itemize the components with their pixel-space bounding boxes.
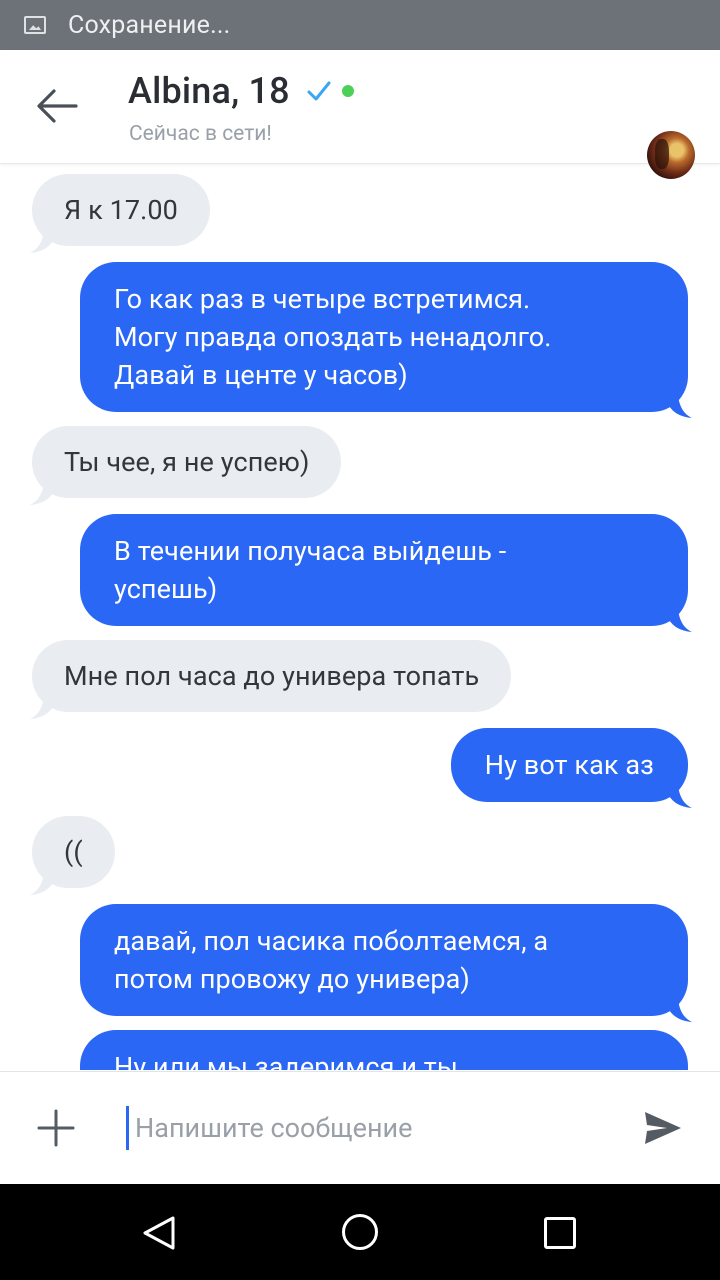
square-recent-icon[interactable]	[544, 1217, 576, 1249]
status-notification-text: Сохранение...	[68, 10, 231, 40]
triangle-back-icon[interactable]	[140, 1214, 178, 1252]
bubble-tail	[30, 873, 54, 895]
online-indicator	[341, 85, 354, 97]
message-text: Мне пол часа до универа топать	[64, 660, 480, 692]
bubble-tail	[30, 483, 54, 505]
image-icon	[24, 16, 46, 34]
back-arrow-icon[interactable]	[34, 86, 78, 126]
bubble-tail	[668, 1000, 692, 1022]
contact-status: Сейчас в сети!	[129, 122, 272, 146]
bubble-tail	[30, 697, 54, 719]
message-composer	[0, 1071, 720, 1185]
message-list[interactable]: Я к 17.00 Го как раз в четыре встретимся…	[0, 164, 720, 1070]
message-outgoing[interactable]: давай, пол часика поболтаемся, а потом п…	[80, 904, 692, 1022]
contact-name[interactable]: Albina, 18	[128, 70, 290, 112]
message-outgoing[interactable]: Го как раз в четыре встретимся. Могу пра…	[80, 262, 692, 418]
bubble-tail	[668, 786, 692, 808]
message-text: Я к 17.00	[64, 194, 178, 226]
system-nav-bar	[0, 1184, 720, 1280]
chat-header: Albina, 18 Сейчас в сети!	[0, 50, 720, 179]
message-outgoing[interactable]: Ну или мы задеримся и ты	[80, 1030, 688, 1070]
bubble-tail	[668, 396, 692, 418]
message-incoming[interactable]: Мне пол часа до универа топать	[30, 640, 512, 719]
message-text: Ты чее, я не успею)	[64, 446, 310, 478]
message-incoming[interactable]: ((	[30, 816, 115, 895]
message-outgoing[interactable]: Ну вот как аз	[450, 728, 692, 808]
message-text: Ну вот как аз	[484, 749, 654, 781]
message-text: В течении получаса выйдешь - успешь)	[114, 535, 507, 605]
contact-title-row[interactable]: Albina, 18	[128, 70, 354, 112]
message-outgoing[interactable]: В течении получаса выйдешь - успешь)	[80, 514, 692, 632]
circle-home-icon[interactable]	[342, 1214, 378, 1250]
message-text: Го как раз в четыре встретимся. Могу пра…	[114, 283, 552, 391]
message-text: давай, пол часика поболтаемся, а потом п…	[114, 925, 549, 995]
bubble-tail	[668, 610, 692, 632]
message-text: Ну или мы задеримся и ты	[114, 1051, 458, 1070]
message-text: ((	[64, 836, 83, 868]
message-input[interactable]	[126, 1106, 615, 1150]
message-incoming[interactable]: Ты чее, я не успею)	[30, 426, 342, 505]
verified-check-icon	[307, 81, 331, 101]
status-bar: Сохранение...	[0, 0, 720, 50]
plus-icon[interactable]	[37, 1109, 75, 1147]
send-icon[interactable]	[643, 1110, 683, 1146]
bubble-tail	[30, 231, 54, 253]
message-incoming[interactable]: Я к 17.00	[30, 174, 210, 253]
